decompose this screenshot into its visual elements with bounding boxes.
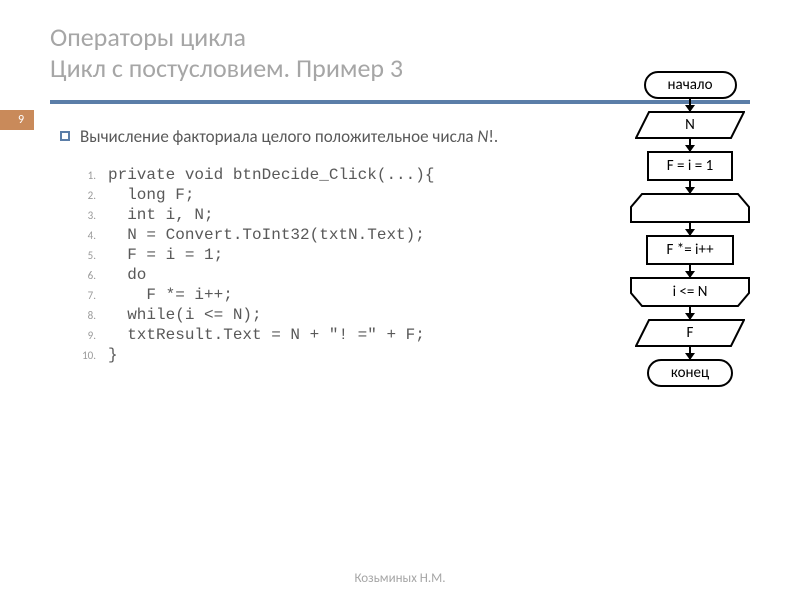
code-text: long F; [108, 186, 194, 204]
flowchart-column: начало N F = i = 1 F *= i++ i <= N [590, 71, 790, 387]
code-text: F = i = 1; [108, 246, 223, 264]
flow-start-label: начало [668, 76, 713, 94]
flow-loop-body-label: F *= i++ [666, 241, 713, 259]
code-listing: 1 private void btnDecide_Click(...){ 2 lo… [68, 166, 580, 364]
flow-loop-body: F *= i++ [646, 235, 733, 265]
code-text: private void btnDecide_Click(...){ [108, 166, 434, 184]
flow-input: N [635, 111, 745, 139]
arrow-icon [689, 307, 691, 319]
code-line: 4 N = Convert.ToInt32(txtN.Text); [68, 226, 580, 244]
code-text: int i, N; [108, 206, 214, 224]
slide-footer: Козьминых Н.М. [0, 571, 800, 586]
flow-output: F [635, 319, 745, 347]
code-line: 5 F = i = 1; [68, 246, 580, 264]
code-line: 6 do [68, 266, 580, 284]
code-line: 7 F *= i++; [68, 286, 580, 304]
code-text: F *= i++; [108, 286, 233, 304]
flow-loop-cond: i <= N [630, 277, 750, 307]
code-line: 8 while(i <= N); [68, 306, 580, 324]
flow-loop-begin [630, 193, 750, 223]
page-number-badge: 9 [0, 110, 34, 130]
description-text: Вычисление факториала целого положительн… [80, 126, 498, 147]
code-line: 1 private void btnDecide_Click(...){ [68, 166, 580, 184]
line-number: 1 [68, 169, 96, 182]
flow-end-label: конец [671, 364, 709, 382]
line-number: 5 [68, 249, 96, 262]
description-var: N [477, 126, 488, 147]
bullet-icon [60, 131, 70, 141]
description-suffix: !. [488, 126, 498, 147]
line-number: 3 [68, 209, 96, 222]
code-text: do [108, 266, 146, 284]
arrow-icon [689, 139, 691, 151]
code-text: N = Convert.ToInt32(txtN.Text); [108, 226, 425, 244]
flow-loop-begin-label [688, 199, 691, 217]
arrow-icon [689, 265, 691, 277]
line-number: 9 [68, 329, 96, 342]
slide-body: Вычисление факториала целого положительн… [0, 104, 800, 387]
code-text: while(i <= N); [108, 306, 262, 324]
flow-init-label: F = i = 1 [667, 157, 713, 175]
code-line: 2 long F; [68, 186, 580, 204]
arrow-icon [689, 347, 691, 359]
description-prefix: Вычисление факториала целого положительн… [80, 126, 477, 147]
code-text: } [108, 346, 118, 364]
arrow-icon [689, 99, 691, 111]
flow-end: конец [647, 359, 733, 387]
line-number: 8 [68, 309, 96, 322]
flow-start: начало [644, 71, 737, 99]
flowchart: начало N F = i = 1 F *= i++ i <= N [590, 71, 790, 387]
arrow-icon [689, 181, 691, 193]
code-text: txtResult.Text = N + "! =" + F; [108, 326, 425, 344]
flow-loop-cond-label: i <= N [673, 283, 708, 301]
code-line: 10} [68, 346, 580, 364]
description-bullet: Вычисление факториала целого положительн… [60, 126, 580, 147]
flow-output-label: F [687, 324, 694, 342]
flow-input-label: N [685, 116, 695, 134]
flow-init: F = i = 1 [647, 151, 733, 181]
line-number: 4 [68, 229, 96, 242]
line-number: 6 [68, 269, 96, 282]
left-column: Вычисление факториала целого положительн… [60, 126, 590, 387]
title-line-1: Операторы цикла [50, 22, 750, 53]
line-number: 2 [68, 189, 96, 202]
code-line: 3 int i, N; [68, 206, 580, 224]
arrow-icon [689, 223, 691, 235]
line-number: 7 [68, 289, 96, 302]
line-number: 10 [68, 349, 96, 362]
code-line: 9 txtResult.Text = N + "! =" + F; [68, 326, 580, 344]
